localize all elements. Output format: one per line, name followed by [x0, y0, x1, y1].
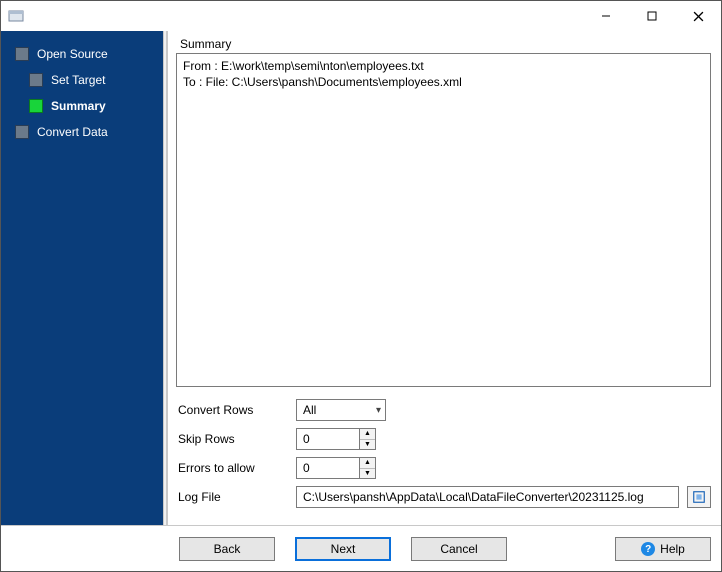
options-form: Convert Rows All ▾ Skip Rows 0 ▲ ▼	[176, 399, 711, 515]
skip-rows-value: 0	[297, 429, 359, 449]
spinner-up-icon[interactable]: ▲	[360, 458, 375, 469]
row-skip-rows: Skip Rows 0 ▲ ▼	[176, 428, 711, 450]
skip-rows-spinner[interactable]: 0 ▲ ▼	[296, 428, 376, 450]
window-controls	[583, 1, 721, 31]
row-log-file: Log File C:\Users\pansh\AppData\Local\Da…	[176, 486, 711, 508]
help-button[interactable]: ? Help	[615, 537, 711, 561]
log-file-value: C:\Users\pansh\AppData\Local\DataFileCon…	[303, 490, 644, 504]
chevron-down-icon: ▾	[376, 405, 381, 416]
row-convert-rows: Convert Rows All ▾	[176, 399, 711, 421]
nav-box-icon	[15, 47, 29, 61]
nav-item-set-target[interactable]: Set Target	[7, 67, 163, 93]
help-button-label: Help	[660, 542, 685, 556]
nav-label: Convert Data	[37, 125, 108, 139]
minimize-button[interactable]	[583, 1, 629, 31]
convert-rows-value: All	[303, 403, 316, 417]
main-panel: Summary From : E:\work\temp\semi\nton\em…	[167, 31, 721, 525]
nav-label: Open Source	[37, 47, 108, 61]
spinner-down-icon[interactable]: ▼	[360, 469, 375, 479]
maximize-button[interactable]	[629, 1, 675, 31]
nav-label: Set Target	[51, 73, 105, 87]
button-bar: Back Next Cancel ? Help	[1, 526, 721, 571]
nav-box-icon	[29, 99, 43, 113]
spinner-down-icon[interactable]: ▼	[360, 440, 375, 450]
errors-label: Errors to allow	[176, 461, 296, 475]
next-button-label: Next	[331, 542, 356, 556]
convert-rows-label: Convert Rows	[176, 403, 296, 417]
errors-value: 0	[297, 458, 359, 478]
nav-item-open-source[interactable]: Open Source	[7, 41, 163, 67]
log-file-input[interactable]: C:\Users\pansh\AppData\Local\DataFileCon…	[296, 486, 679, 508]
sidebar: Open Source Set Target Summary Convert D…	[1, 31, 163, 525]
cancel-button-label: Cancel	[440, 542, 477, 556]
nav-item-convert-data[interactable]: Convert Data	[7, 119, 163, 145]
next-button[interactable]: Next	[295, 537, 391, 561]
nav-box-icon	[29, 73, 43, 87]
cancel-button[interactable]: Cancel	[411, 537, 507, 561]
summary-textbox[interactable]: From : E:\work\temp\semi\nton\employees.…	[176, 53, 711, 387]
spinner-buttons: ▲ ▼	[359, 429, 375, 449]
summary-group-title: Summary	[180, 37, 711, 51]
skip-rows-label: Skip Rows	[176, 432, 296, 446]
convert-rows-select[interactable]: All ▾	[296, 399, 386, 421]
log-file-label: Log File	[176, 490, 296, 504]
app-icon	[7, 7, 25, 25]
body-area: Open Source Set Target Summary Convert D…	[1, 31, 721, 525]
spinner-up-icon[interactable]: ▲	[360, 429, 375, 440]
nav-list: Open Source Set Target Summary Convert D…	[7, 41, 163, 145]
button-bar-container: Back Next Cancel ? Help	[1, 525, 721, 571]
help-icon: ?	[641, 542, 655, 556]
back-button[interactable]: Back	[179, 537, 275, 561]
browse-icon	[692, 490, 706, 504]
app-window: Open Source Set Target Summary Convert D…	[0, 0, 722, 572]
row-errors-to-allow: Errors to allow 0 ▲ ▼	[176, 457, 711, 479]
nav-label: Summary	[51, 99, 106, 113]
titlebar	[1, 1, 721, 31]
back-button-label: Back	[214, 542, 241, 556]
nav-box-icon	[15, 125, 29, 139]
nav-item-summary[interactable]: Summary	[7, 93, 163, 119]
spinner-buttons: ▲ ▼	[359, 458, 375, 478]
close-button[interactable]	[675, 1, 721, 31]
log-file-browse-button[interactable]	[687, 486, 711, 508]
errors-spinner[interactable]: 0 ▲ ▼	[296, 457, 376, 479]
